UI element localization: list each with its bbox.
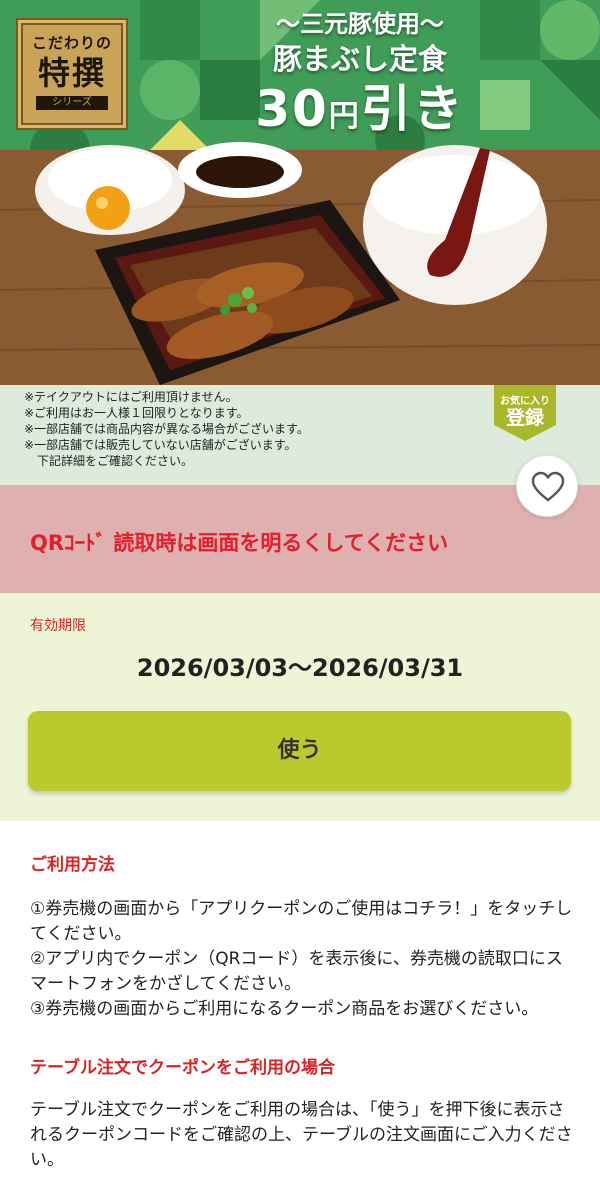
logo-top-text: こだわりの (31, 34, 112, 52)
brightness-alert: QRｺｰﾄﾞ 読取時は画面を明るくしてください (0, 485, 600, 593)
validity-label: 有効期限 (30, 618, 86, 634)
special-series-logo: こだわりの 特撰 シリーズ (16, 18, 128, 130)
howto-step: ②アプリ内でクーポン（QRコード）を表示後に、券売機の読取口にスマートフォンをか… (30, 949, 563, 994)
headline-discount: 30円引き (240, 78, 480, 148)
howto-steps: ①券売機の画面から「アプリクーポンのご使用はコチラ！」をタッチしてください。 ②… (30, 897, 575, 1022)
validity-dates: 2026/03/03〜2026/03/31 (136, 654, 464, 682)
promo-headline: 〜三元豚使用〜 豚まぶし定食 30円引き (240, 0, 480, 148)
note-item: 下記詳細をご確認ください。 (37, 454, 194, 468)
logo-main-text: 特撰 (37, 54, 106, 92)
coupon-banner-image: こだわりの 特撰 シリーズ 〜三元豚使用〜 豚まぶし定食 30円引き (0, 0, 600, 385)
table-order-body: テーブル注文でクーポンをご利用の場合は、「使う」を押下後に表示されるクーポンコー… (30, 1100, 573, 1170)
howto-step: ③券売機の画面からご利用になるクーポン商品をお選びください。 (30, 999, 539, 1019)
favorite-register-tag: お気に入り 登録 (492, 385, 558, 441)
table-order-section: テーブル注文でクーポンをご利用の場合 テーブル注文でクーポンをご利用の場合は、「… (30, 1053, 575, 1173)
table-order-title: テーブル注文でクーポンをご利用の場合 (30, 1058, 335, 1078)
use-coupon-button[interactable]: 使う (28, 711, 571, 791)
discount-unit: 円 (328, 99, 361, 134)
howto-step: ①券売機の画面から「アプリクーポンのご使用はコチラ！」をタッチしてください。 (30, 899, 573, 944)
usage-instructions: ご利用方法 ①券売機の画面から「アプリクーポンのご使用はコチラ！」をタッチしてく… (30, 850, 575, 1173)
discount-suffix: 引き (360, 80, 465, 138)
coupon-page: こだわりの 特撰 シリーズ 〜三元豚使用〜 豚まぶし定食 30円引き ※テイクア… (0, 0, 600, 1200)
howto-title: ご利用方法 (30, 855, 115, 875)
discount-amount: 30 (255, 80, 329, 138)
favorite-tag-line2: 登録 (505, 407, 544, 429)
favorite-button[interactable] (516, 455, 578, 517)
alert-message: QRｺｰﾄﾞ 読取時は画面を明るくしてください (30, 531, 449, 555)
logo-bottom-text: シリーズ (36, 96, 108, 110)
headline-line1: 〜三元豚使用〜 (276, 10, 444, 38)
coupon-notes: ※テイクアウトにはご利用頂けません。 ※ご利用はお一人様１回限りとなります。 ※… (0, 385, 600, 485)
heart-outline-icon (531, 471, 565, 502)
validity-section: 有効期限 2026/03/03〜2026/03/31 使う (0, 593, 600, 821)
headline-line2: 豚まぶし定食 (272, 42, 447, 76)
